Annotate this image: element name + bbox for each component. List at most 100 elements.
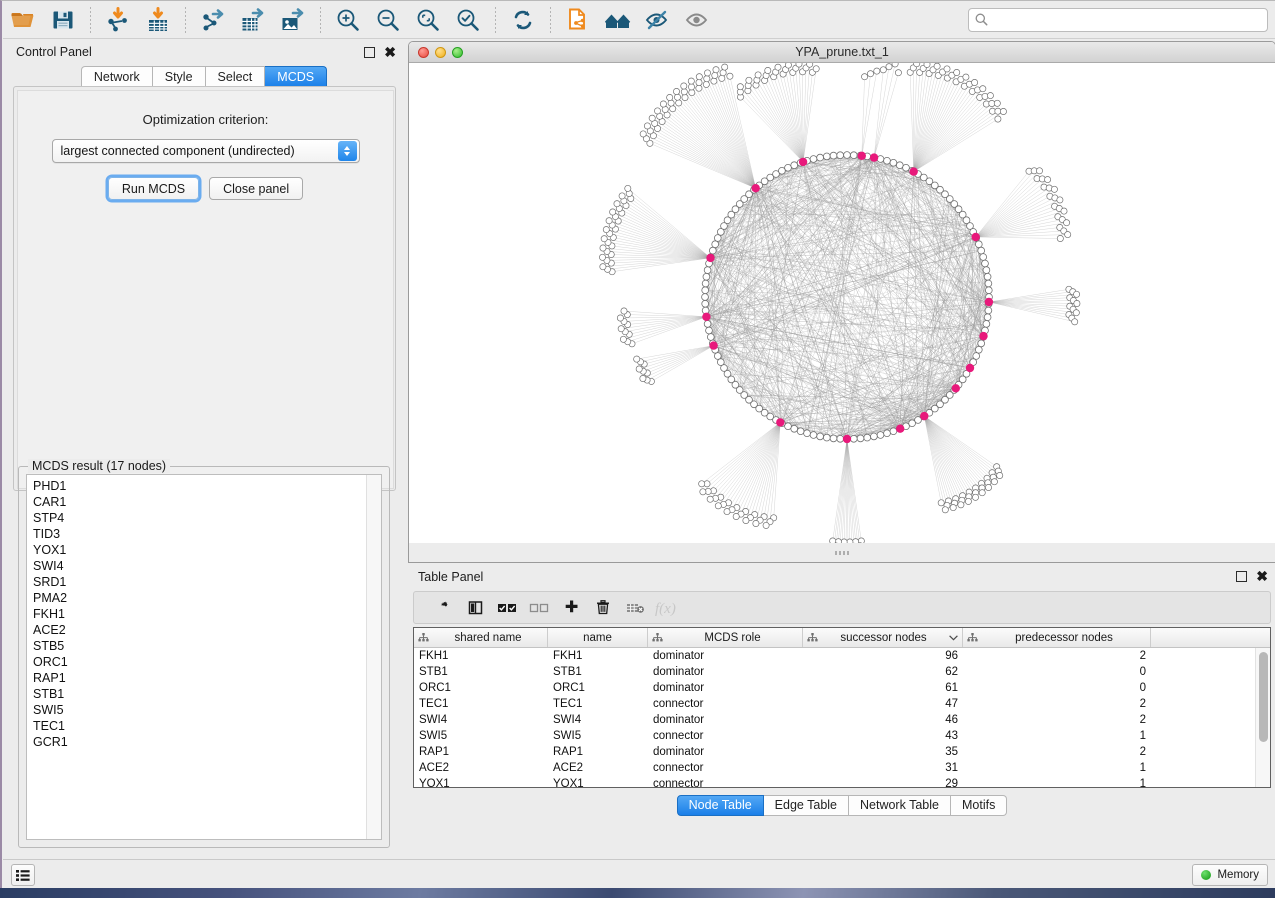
network-node[interactable] xyxy=(682,94,688,100)
plus-icon[interactable] xyxy=(556,594,586,621)
zoom-selected-icon[interactable] xyxy=(448,3,488,37)
table-cell-predecessors[interactable]: 1 xyxy=(963,776,1151,787)
network-node[interactable] xyxy=(676,100,682,106)
list-item[interactable]: SWI5 xyxy=(33,702,366,718)
network-node[interactable] xyxy=(892,63,898,67)
network-node[interactable] xyxy=(681,83,687,89)
table-cell-role[interactable]: dominator xyxy=(648,680,803,696)
network-node[interactable] xyxy=(983,321,990,328)
network-node[interactable] xyxy=(620,336,626,342)
gear-icon[interactable] xyxy=(428,594,458,621)
zoom-in-icon[interactable] xyxy=(328,3,368,37)
new-network-icon[interactable] xyxy=(558,3,598,37)
list-item[interactable]: STB5 xyxy=(33,638,366,654)
float-panel-icon[interactable] xyxy=(1236,571,1247,582)
network-node-mcds-selected[interactable] xyxy=(858,152,866,160)
network-node[interactable] xyxy=(625,185,631,191)
network-node[interactable] xyxy=(813,66,819,72)
network-node-mcds-selected[interactable] xyxy=(910,167,918,175)
network-node[interactable] xyxy=(914,63,920,67)
close-icon[interactable]: ✖ xyxy=(1256,571,1268,582)
table-cell-successors[interactable]: 46 xyxy=(803,712,963,728)
network-node[interactable] xyxy=(1074,291,1080,297)
network-node[interactable] xyxy=(1000,108,1006,114)
table-cell-role[interactable]: connector xyxy=(648,696,803,712)
network-node[interactable] xyxy=(636,366,642,372)
network-node[interactable] xyxy=(617,315,623,321)
table-cell-shared-name[interactable]: ORC1 xyxy=(414,680,548,696)
network-node[interactable] xyxy=(987,93,993,99)
network-node[interactable] xyxy=(763,522,769,528)
network-node[interactable] xyxy=(862,74,868,80)
network-node[interactable] xyxy=(785,63,791,68)
table-scrollbar[interactable] xyxy=(1255,648,1270,787)
network-node[interactable] xyxy=(668,100,674,106)
network-node-mcds-selected[interactable] xyxy=(776,418,784,426)
network-node[interactable] xyxy=(817,154,824,161)
network-node[interactable] xyxy=(621,308,627,314)
network-node[interactable] xyxy=(727,73,733,79)
network-node[interactable] xyxy=(660,101,666,107)
network-node[interactable] xyxy=(804,430,811,437)
network-node[interactable] xyxy=(706,327,713,334)
import-network-icon[interactable] xyxy=(98,3,138,37)
list-item[interactable]: SRD1 xyxy=(33,574,366,590)
table-cell-name[interactable]: SWI4 xyxy=(548,712,648,728)
network-node-mcds-selected[interactable] xyxy=(709,341,717,349)
network-node[interactable] xyxy=(1073,310,1079,316)
network-node[interactable] xyxy=(610,209,616,215)
memory-status-button[interactable]: Memory xyxy=(1192,864,1268,886)
network-node[interactable] xyxy=(599,254,605,260)
network-canvas[interactable] xyxy=(409,63,1275,543)
network-node[interactable] xyxy=(614,201,620,207)
table-cell-role[interactable]: connector xyxy=(648,728,803,744)
network-node[interactable] xyxy=(844,152,851,159)
network-node[interactable] xyxy=(880,67,886,73)
float-panel-icon[interactable] xyxy=(364,47,375,58)
mcds-result-list[interactable]: PHD1CAR1STP4TID3YOX1SWI4SRD1PMA2FKH1ACE2… xyxy=(27,475,366,839)
network-node[interactable] xyxy=(737,84,743,90)
import-table-icon[interactable] xyxy=(138,3,178,37)
network-node[interactable] xyxy=(823,434,830,441)
table-cell-predecessors[interactable]: 2 xyxy=(963,712,1151,728)
network-node[interactable] xyxy=(837,152,844,159)
network-node[interactable] xyxy=(994,100,1000,106)
network-node[interactable] xyxy=(640,375,646,381)
scrollbar-thumb[interactable] xyxy=(1259,652,1268,742)
network-node[interactable] xyxy=(696,79,702,85)
save-icon[interactable] xyxy=(43,3,83,37)
network-node[interactable] xyxy=(711,78,717,84)
tab-network[interactable]: Network xyxy=(81,66,153,87)
network-node[interactable] xyxy=(791,425,798,432)
columns-icon[interactable] xyxy=(460,594,490,621)
network-node-mcds-selected[interactable] xyxy=(702,313,710,321)
network-node[interactable] xyxy=(938,500,944,506)
network-node[interactable] xyxy=(707,334,714,341)
table-cell-role[interactable]: connector xyxy=(648,760,803,776)
table-cell-shared-name[interactable]: ACE2 xyxy=(414,760,548,776)
table-cell-shared-name[interactable]: YOX1 xyxy=(414,776,548,787)
list-item[interactable]: ORC1 xyxy=(33,654,366,670)
network-node[interactable] xyxy=(810,432,817,439)
network-node[interactable] xyxy=(765,67,771,73)
network-node[interactable] xyxy=(704,267,711,274)
network-node[interactable] xyxy=(674,94,680,100)
network-node[interactable] xyxy=(689,90,695,96)
network-node[interactable] xyxy=(1061,208,1067,214)
network-node[interactable] xyxy=(985,307,992,314)
list-item[interactable]: TEC1 xyxy=(33,718,366,734)
network-node[interactable] xyxy=(934,63,940,69)
network-node[interactable] xyxy=(733,513,739,519)
network-node[interactable] xyxy=(699,481,705,487)
network-node[interactable] xyxy=(1045,177,1051,183)
network-node[interactable] xyxy=(823,153,830,160)
table-cell-name[interactable]: STB1 xyxy=(548,664,648,680)
network-node[interactable] xyxy=(942,507,948,513)
list-icon[interactable] xyxy=(11,864,35,886)
table-row[interactable]: YOX1YOX1connector291 xyxy=(414,776,1255,787)
network-node[interactable] xyxy=(1057,197,1063,203)
network-node[interactable] xyxy=(944,66,950,72)
table-cell-predecessors[interactable]: 0 xyxy=(963,664,1151,680)
network-node[interactable] xyxy=(871,433,878,440)
network-node[interactable] xyxy=(649,115,655,121)
